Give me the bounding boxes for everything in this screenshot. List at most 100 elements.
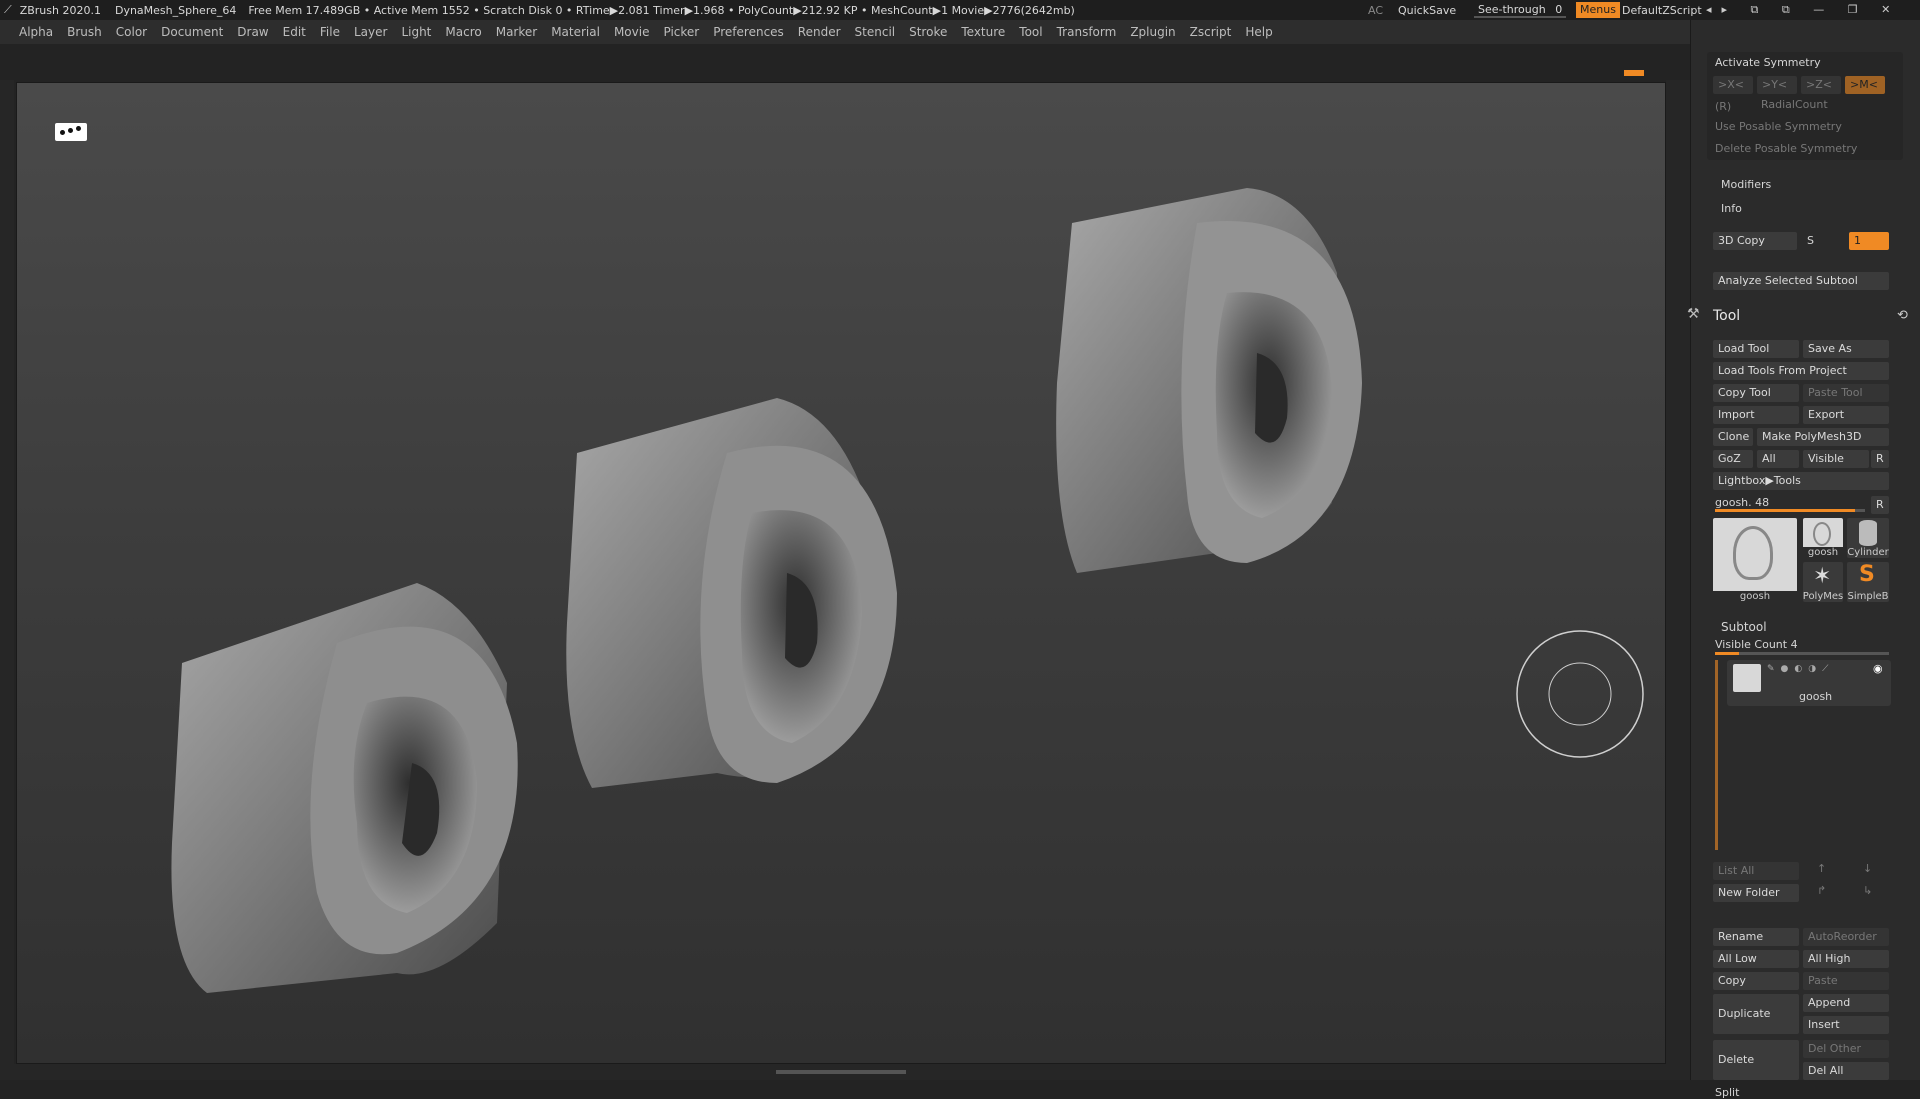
menu-light[interactable]: Light xyxy=(401,25,431,39)
subtool-item[interactable]: ✎●◐◑⟋ ◉ goosh xyxy=(1727,660,1891,706)
menu-stencil[interactable]: Stencil xyxy=(855,25,896,39)
tool-r-button[interactable]: R xyxy=(1871,496,1889,514)
lightbox-tools-button[interactable]: Lightbox▶Tools xyxy=(1713,472,1889,490)
menu-macro[interactable]: Macro xyxy=(445,25,481,39)
menu-bar: Alpha Brush Color Document Draw Edit File Layer… xyxy=(0,20,1920,44)
modifiers-header[interactable]: Modifiers xyxy=(1721,178,1771,191)
sym-x-button[interactable]: >X< xyxy=(1713,76,1753,94)
all-low-button[interactable]: All Low xyxy=(1713,950,1799,968)
menu-file[interactable]: File xyxy=(320,25,340,39)
goz-all-button[interactable]: All xyxy=(1757,450,1799,468)
eye-icon[interactable]: ◉ xyxy=(1873,662,1883,675)
menu-brush[interactable]: Brush xyxy=(67,25,102,39)
menu-stroke[interactable]: Stroke xyxy=(909,25,947,39)
menu-texture[interactable]: Texture xyxy=(961,25,1005,39)
current-tool-slider-track[interactable] xyxy=(1715,509,1865,512)
ear-model-left[interactable] xyxy=(171,583,518,993)
duplicate-button[interactable]: Duplicate xyxy=(1713,994,1799,1034)
info-header[interactable]: Info xyxy=(1721,202,1742,215)
move-down-icon[interactable]: ↓ xyxy=(1863,862,1872,875)
menu-zscript[interactable]: Zscript xyxy=(1190,25,1232,39)
menu-render[interactable]: Render xyxy=(798,25,841,39)
ear-model-right[interactable] xyxy=(1056,188,1362,573)
save-as-button[interactable]: Save As xyxy=(1803,340,1889,358)
export-button[interactable]: Export xyxy=(1803,406,1889,424)
tool-header[interactable]: Tool xyxy=(1713,308,1740,324)
load-tool-button[interactable]: Load Tool xyxy=(1713,340,1799,358)
rename-button[interactable]: Rename xyxy=(1713,928,1799,946)
default-zscript-button[interactable]: DefaultZScript xyxy=(1618,4,1706,17)
copy-subtool-button[interactable]: Copy xyxy=(1713,972,1799,990)
folder-out-icon[interactable]: ↳ xyxy=(1863,884,1872,897)
list-all-button[interactable]: List All xyxy=(1713,862,1799,880)
visible-count-slider[interactable]: Visible Count 4 xyxy=(1715,638,1798,651)
posable-symmetry-button[interactable]: Use Posable Symmetry xyxy=(1715,120,1842,133)
visible-count-track[interactable] xyxy=(1715,652,1889,655)
tool-thumb-goosh[interactable]: goosh xyxy=(1803,518,1843,558)
tray-handle[interactable] xyxy=(776,1070,906,1074)
tool-thumb-polymesh[interactable]: ✶ PolyMes xyxy=(1803,562,1843,602)
move-up-icon[interactable]: ↑ xyxy=(1817,862,1826,875)
sym-z-button[interactable]: >Z< xyxy=(1801,76,1841,94)
subtool-item-icons[interactable]: ✎●◐◑⟋ xyxy=(1767,664,1834,674)
goz-r-button[interactable]: R xyxy=(1871,450,1889,468)
navigation-gizmo[interactable] xyxy=(1516,630,1644,758)
menu-alpha[interactable]: Alpha xyxy=(19,25,53,39)
split-header[interactable]: Split xyxy=(1715,1066,1739,1099)
menu-zplugin[interactable]: Zplugin xyxy=(1130,25,1175,39)
append-button[interactable]: Append xyxy=(1803,994,1889,1012)
menu-tool[interactable]: Tool xyxy=(1019,25,1042,39)
menu-marker[interactable]: Marker xyxy=(496,25,537,39)
delete-posable-button[interactable]: Delete Posable Symmetry xyxy=(1715,142,1857,155)
title-bar: ⟋ ZBrush 2020.1 DynaMesh_Sphere_64 Free … xyxy=(0,0,1920,20)
menu-document[interactable]: Document xyxy=(161,25,223,39)
import-button[interactable]: Import xyxy=(1713,406,1799,424)
menu-preferences[interactable]: Preferences xyxy=(713,25,784,39)
new-folder-button[interactable]: New Folder xyxy=(1713,884,1799,902)
tool-thumb-cylinder[interactable]: Cylinder xyxy=(1847,518,1889,558)
subtool-item-label: goosh xyxy=(1799,690,1833,703)
tool-thumb-simplebrush[interactable]: S SimpleB xyxy=(1847,562,1889,602)
document-canvas[interactable] xyxy=(16,82,1666,1064)
menu-layer[interactable]: Layer xyxy=(354,25,387,39)
del-other-button[interactable]: Del Other xyxy=(1803,1040,1889,1058)
menu-transform[interactable]: Transform xyxy=(1057,25,1117,39)
ear-models[interactable] xyxy=(17,83,1666,1064)
load-tools-from-project-button[interactable]: Load Tools From Project xyxy=(1713,362,1889,380)
sym-m-button[interactable]: >M< xyxy=(1845,76,1885,94)
menu-material[interactable]: Material xyxy=(551,25,600,39)
analyze-subtool-button[interactable]: Analyze Selected Subtool xyxy=(1713,272,1889,290)
copy-tool-button[interactable]: Copy Tool xyxy=(1713,384,1799,402)
current-tool-slider[interactable]: goosh. 48 xyxy=(1715,496,1769,509)
subtool-header[interactable]: Subtool xyxy=(1721,620,1767,634)
del-all-button[interactable]: Del All xyxy=(1803,1062,1889,1080)
radial-count-slider[interactable]: RadialCount xyxy=(1761,98,1828,111)
menus-toggle[interactable]: Menus xyxy=(1576,2,1620,18)
activate-symmetry-button[interactable]: Activate Symmetry xyxy=(1715,56,1821,69)
menu-color[interactable]: Color xyxy=(116,25,147,39)
ear-model-center[interactable] xyxy=(566,398,897,788)
all-high-button[interactable]: All High xyxy=(1803,950,1889,968)
clone-button[interactable]: Clone xyxy=(1713,428,1753,446)
see-through-slider[interactable]: See-through 0 xyxy=(1474,3,1566,18)
autoreorder-button[interactable]: AutoReorder xyxy=(1803,928,1889,946)
paste-subtool-button[interactable]: Paste xyxy=(1803,972,1889,990)
copy3d-button[interactable]: 3D Copy xyxy=(1713,232,1797,250)
menu-edit[interactable]: Edit xyxy=(283,25,306,39)
make-polymesh-button[interactable]: Make PolyMesh3D xyxy=(1757,428,1889,446)
sym-y-button[interactable]: >Y< xyxy=(1757,76,1797,94)
menu-picker[interactable]: Picker xyxy=(663,25,699,39)
subtool-scrollbar[interactable] xyxy=(1715,660,1718,850)
paste-tool-button[interactable]: Paste Tool xyxy=(1803,384,1889,402)
quicksave-button[interactable]: QuickSave xyxy=(1394,4,1460,17)
copy3d-value[interactable]: 1 xyxy=(1849,232,1889,250)
goz-visible-button[interactable]: Visible xyxy=(1803,450,1869,468)
insert-button[interactable]: Insert xyxy=(1803,1016,1889,1034)
reset-icon[interactable]: ⟲ xyxy=(1897,308,1908,323)
menu-help[interactable]: Help xyxy=(1245,25,1272,39)
menu-draw[interactable]: Draw xyxy=(237,25,268,39)
goz-button[interactable]: GoZ xyxy=(1713,450,1753,468)
folder-in-icon[interactable]: ↱ xyxy=(1817,884,1826,897)
tool-thumb-goosh-main[interactable]: goosh xyxy=(1713,518,1797,602)
menu-movie[interactable]: Movie xyxy=(614,25,650,39)
